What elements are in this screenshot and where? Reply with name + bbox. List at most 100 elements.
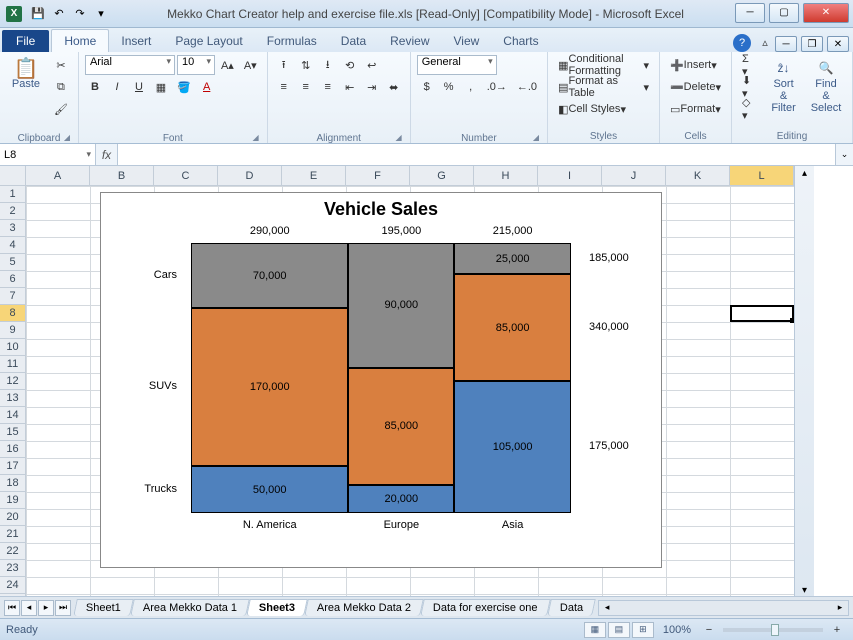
undo-icon[interactable]: ↶ bbox=[50, 5, 68, 23]
row-header-15[interactable]: 15 bbox=[0, 424, 25, 441]
cells-grid[interactable]: Vehicle Sales 290,000195,000215,000 Cars… bbox=[26, 186, 794, 596]
row-header-9[interactable]: 9 bbox=[0, 322, 25, 339]
tab-view[interactable]: View bbox=[442, 30, 492, 52]
bold-button[interactable]: B bbox=[85, 77, 105, 97]
conditional-formatting-button[interactable]: ▦ Conditional Formatting ▾ bbox=[554, 55, 653, 75]
chart-object[interactable]: Vehicle Sales 290,000195,000215,000 Cars… bbox=[100, 192, 662, 568]
sheet-tab[interactable]: Sheet3 bbox=[246, 599, 308, 616]
sheet-tab[interactable]: Area Mekko Data 2 bbox=[304, 599, 424, 616]
column-header-I[interactable]: I bbox=[538, 166, 602, 185]
minimize-button[interactable]: ─ bbox=[735, 3, 765, 23]
redo-icon[interactable]: ↷ bbox=[71, 5, 89, 23]
page-layout-view-icon[interactable]: ▤ bbox=[608, 622, 630, 638]
decrease-font-icon[interactable]: A▾ bbox=[240, 55, 261, 75]
tab-nav-first-icon[interactable]: ⏮ bbox=[4, 600, 20, 616]
format-as-table-button[interactable]: ▤ Format as Table ▾ bbox=[554, 77, 653, 97]
scroll-down-icon[interactable]: ▾ bbox=[802, 585, 807, 596]
row-header-20[interactable]: 20 bbox=[0, 509, 25, 526]
column-header-F[interactable]: F bbox=[346, 166, 410, 185]
row-header-3[interactable]: 3 bbox=[0, 220, 25, 237]
tab-insert[interactable]: Insert bbox=[109, 30, 163, 52]
align-top-icon[interactable]: ⭱ bbox=[274, 55, 294, 75]
orientation-icon[interactable]: ⟲ bbox=[340, 55, 360, 75]
row-header-23[interactable]: 23 bbox=[0, 560, 25, 577]
italic-button[interactable]: I bbox=[107, 77, 127, 97]
tab-nav-next-icon[interactable]: ▸ bbox=[38, 600, 54, 616]
sheet-tab[interactable]: Area Mekko Data 1 bbox=[130, 599, 250, 616]
normal-view-icon[interactable]: ▦ bbox=[584, 622, 606, 638]
increase-indent-icon[interactable]: ⇥ bbox=[362, 77, 382, 97]
font-color-icon[interactable]: A bbox=[197, 77, 217, 97]
scroll-up-icon[interactable]: ▴ bbox=[802, 168, 807, 179]
tab-nav-last-icon[interactable]: ⏭ bbox=[55, 600, 71, 616]
tab-formulas[interactable]: Formulas bbox=[255, 30, 329, 52]
save-icon[interactable]: 💾 bbox=[29, 5, 47, 23]
copy-icon[interactable]: ⧉ bbox=[50, 77, 72, 97]
format-cells-button[interactable]: ▭ Format ▾ bbox=[666, 99, 725, 119]
horizontal-scrollbar[interactable]: ◂ ▸ bbox=[598, 600, 849, 616]
merge-center-icon[interactable]: ⬌ bbox=[384, 77, 404, 97]
fill-icon[interactable]: ⬇ ▾ bbox=[738, 77, 761, 97]
row-header-6[interactable]: 6 bbox=[0, 271, 25, 288]
workbook-restore-button[interactable]: ❐ bbox=[801, 36, 823, 52]
cut-icon[interactable]: ✂ bbox=[50, 55, 72, 75]
column-header-H[interactable]: H bbox=[474, 166, 538, 185]
vertical-scrollbar[interactable]: ▴ ▾ bbox=[794, 166, 814, 596]
row-header-16[interactable]: 16 bbox=[0, 441, 25, 458]
row-headers[interactable]: 123456789101112131415161718192021222324 bbox=[0, 186, 26, 596]
scroll-left-icon[interactable]: ◂ bbox=[599, 602, 615, 613]
tab-page-layout[interactable]: Page Layout bbox=[163, 30, 254, 52]
row-header-10[interactable]: 10 bbox=[0, 339, 25, 356]
formula-input[interactable] bbox=[118, 144, 835, 165]
row-header-12[interactable]: 12 bbox=[0, 373, 25, 390]
zoom-in-icon[interactable]: + bbox=[827, 620, 847, 640]
comma-format-icon[interactable]: , bbox=[461, 77, 481, 97]
column-header-K[interactable]: K bbox=[666, 166, 730, 185]
row-header-21[interactable]: 21 bbox=[0, 526, 25, 543]
help-icon[interactable]: ? bbox=[733, 34, 751, 52]
autosum-icon[interactable]: Σ ▾ bbox=[738, 55, 761, 75]
align-left-icon[interactable]: ≡ bbox=[274, 77, 294, 97]
page-break-view-icon[interactable]: ⊞ bbox=[632, 622, 654, 638]
align-bottom-icon[interactable]: ⭳ bbox=[318, 55, 338, 75]
column-header-A[interactable]: A bbox=[26, 166, 90, 185]
sheet-tab[interactable]: Data for exercise one bbox=[420, 599, 550, 616]
row-header-8[interactable]: 8 bbox=[0, 305, 25, 322]
decrease-decimal-icon[interactable]: ←.0 bbox=[513, 77, 541, 97]
font-name-select[interactable]: Arial bbox=[85, 55, 175, 75]
tab-file[interactable]: File bbox=[2, 30, 49, 52]
decrease-indent-icon[interactable]: ⇤ bbox=[340, 77, 360, 97]
increase-decimal-icon[interactable]: .0→ bbox=[483, 77, 511, 97]
row-header-24[interactable]: 24 bbox=[0, 577, 25, 594]
format-painter-icon[interactable]: 🖌 bbox=[50, 99, 72, 119]
ribbon-minimize-icon[interactable]: ▵ bbox=[755, 32, 775, 52]
row-header-4[interactable]: 4 bbox=[0, 237, 25, 254]
percent-format-icon[interactable]: % bbox=[439, 77, 459, 97]
row-header-2[interactable]: 2 bbox=[0, 203, 25, 220]
column-header-D[interactable]: D bbox=[218, 166, 282, 185]
close-button[interactable]: ✕ bbox=[803, 3, 849, 23]
name-box[interactable]: L8▾ bbox=[0, 144, 96, 165]
column-header-J[interactable]: J bbox=[602, 166, 666, 185]
sheet-tab[interactable]: Data bbox=[547, 599, 596, 616]
maximize-button[interactable]: ▢ bbox=[769, 3, 799, 23]
row-header-11[interactable]: 11 bbox=[0, 356, 25, 373]
tab-review[interactable]: Review bbox=[378, 30, 441, 52]
align-right-icon[interactable]: ≡ bbox=[318, 77, 338, 97]
qat-more-icon[interactable]: ▾ bbox=[92, 5, 110, 23]
formula-expand-icon[interactable]: ⌄ bbox=[835, 144, 853, 165]
tab-data[interactable]: Data bbox=[329, 30, 378, 52]
column-header-C[interactable]: C bbox=[154, 166, 218, 185]
paste-button[interactable]: 📋 Paste bbox=[6, 55, 46, 95]
fill-color-icon[interactable]: 🪣 bbox=[173, 77, 195, 97]
scroll-right-icon[interactable]: ▸ bbox=[832, 602, 848, 613]
borders-icon[interactable]: ▦ bbox=[151, 77, 171, 97]
column-header-E[interactable]: E bbox=[282, 166, 346, 185]
align-middle-icon[interactable]: ⇅ bbox=[296, 55, 316, 75]
clipboard-launcher-icon[interactable]: ◢ bbox=[6, 133, 72, 142]
underline-button[interactable]: U bbox=[129, 77, 149, 97]
cell-styles-button[interactable]: ◧ Cell Styles ▾ bbox=[554, 99, 630, 119]
workbook-minimize-button[interactable]: ─ bbox=[775, 36, 797, 52]
select-all-corner[interactable] bbox=[0, 166, 26, 186]
alignment-launcher-icon[interactable]: ◢ bbox=[274, 133, 404, 142]
